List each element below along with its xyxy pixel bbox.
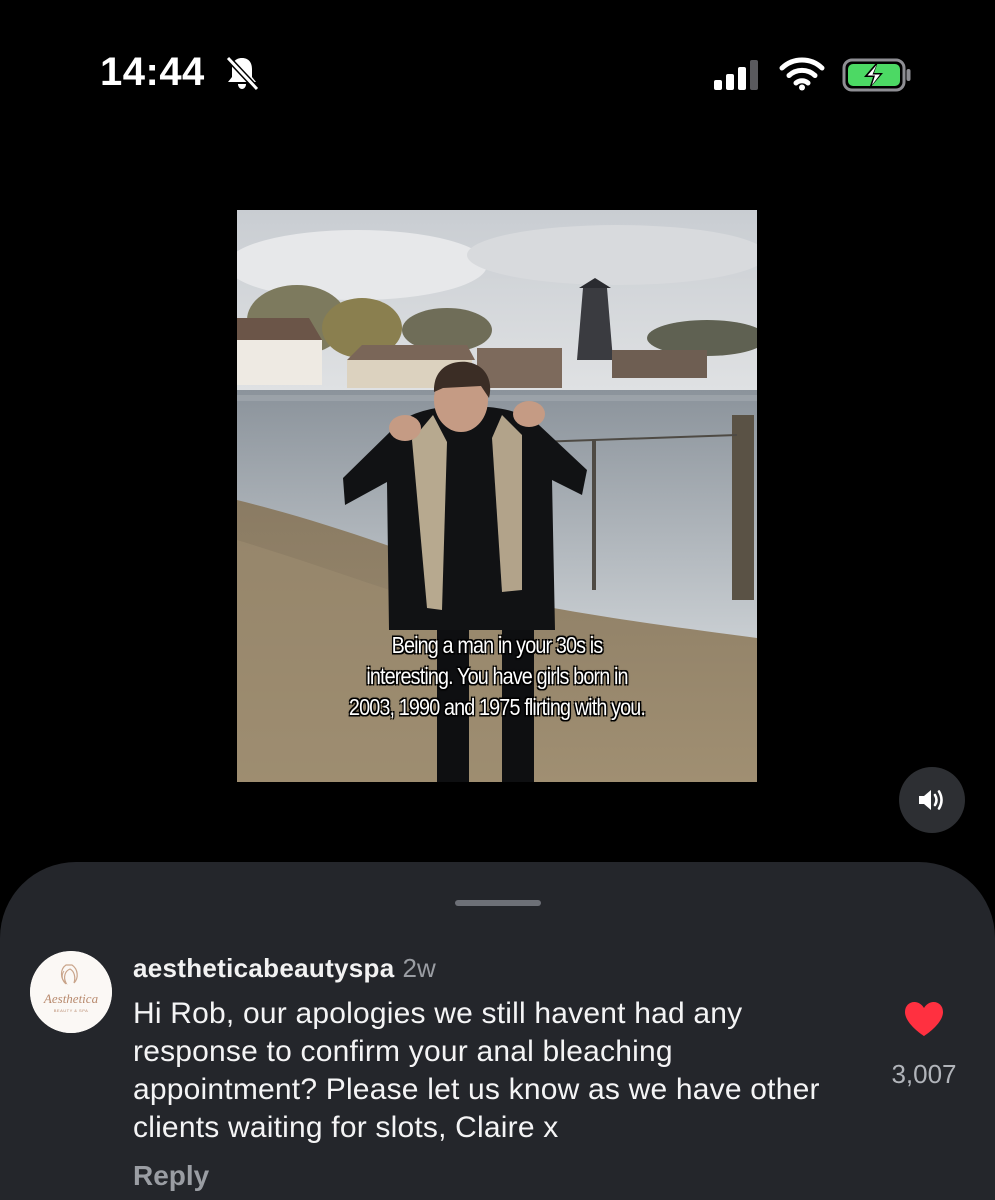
sound-toggle-button[interactable] (899, 767, 965, 833)
status-time: 14:44 (100, 50, 205, 94)
like-count: 3,007 (891, 1059, 957, 1089)
heart-filled-icon[interactable] (903, 1000, 945, 1038)
reply-button[interactable]: Reply (133, 1160, 209, 1192)
sheet-grabber[interactable] (455, 900, 541, 906)
comment-text: Hi Rob, our apologies we still havent ha… (133, 997, 820, 1144)
avatar-logo-text: Aesthetica (43, 991, 99, 1006)
comments-sheet: Aesthetica BEAUTY & SPA aestheticabeauty… (0, 862, 995, 1200)
avatar[interactable]: Aesthetica BEAUTY & SPA (30, 951, 112, 1033)
wifi-icon (779, 57, 825, 91)
reel-video[interactable]: Being a man in your 30s is interesting. … (237, 210, 757, 782)
comment-header: aestheticabeautyspa 2w (133, 952, 436, 984)
battery-charging-icon (842, 58, 911, 92)
reel-comments-screen: 14:44 Being a man in your 30s is interes… (0, 0, 995, 1200)
aesthetica-logo-avatar: Aesthetica BEAUTY & SPA (30, 951, 112, 1033)
reel-overlay-caption: Being a man in your 30s is interesting. … (348, 632, 646, 720)
comment-time-ago: 2w (402, 953, 436, 983)
avatar-logo-subtext: BEAUTY & SPA (54, 1008, 89, 1013)
speaker-sound-on-icon (919, 790, 943, 810)
bell-slash-icon (225, 55, 260, 92)
cellular-signal-icon (714, 60, 758, 90)
comment-username[interactable]: aestheticabeautyspa (133, 953, 395, 983)
